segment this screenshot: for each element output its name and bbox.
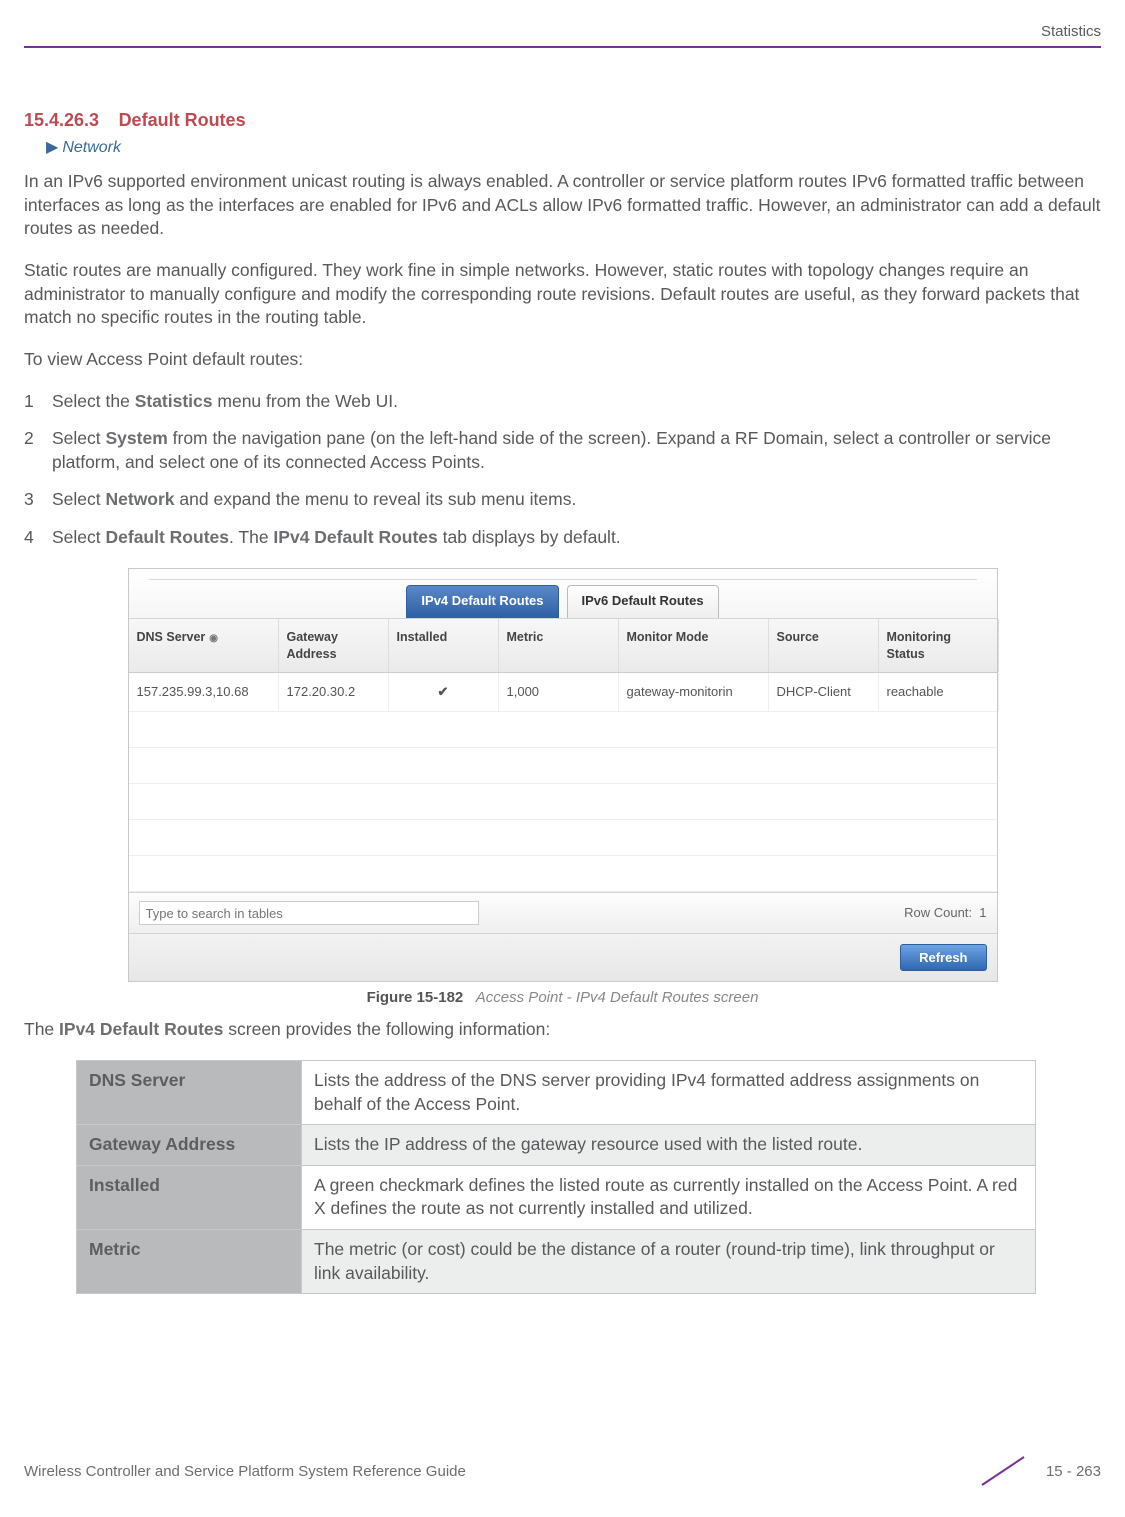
- page-footer: Wireless Controller and Service Platform…: [24, 1455, 1101, 1489]
- doc-title: Wireless Controller and Service Platform…: [24, 1462, 466, 1482]
- grid-footer: Row Count: 1: [129, 892, 997, 933]
- paragraph-1: In an IPv6 supported environment unicast…: [24, 170, 1101, 241]
- desc-key: Installed: [77, 1165, 302, 1229]
- col-gateway-address[interactable]: Gateway Address: [279, 619, 389, 673]
- desc-row-metric: Metric The metric (or cost) could be the…: [77, 1230, 1036, 1294]
- desc-value: Lists the IP address of the gateway reso…: [302, 1125, 1036, 1166]
- empty-row: [129, 820, 997, 856]
- breadcrumb-arrow-icon: ▶: [46, 139, 58, 156]
- desc-row-installed: Installed A green checkmark defines the …: [77, 1165, 1036, 1229]
- col-metric[interactable]: Metric: [499, 619, 619, 673]
- grid-header-row: DNS Server◉ Gateway Address Installed Me…: [129, 619, 997, 674]
- step-number: 3: [24, 488, 52, 512]
- text-bold: IPv4 Default Routes: [59, 1019, 223, 1039]
- page-slash-icon: [976, 1455, 1036, 1489]
- desc-value: A green checkmark defines the listed rou…: [302, 1165, 1036, 1229]
- step-bold: IPv4 Default Routes: [273, 527, 437, 547]
- refresh-button[interactable]: Refresh: [900, 944, 986, 971]
- section-heading: 15.4.26.3 Default Routes: [24, 108, 1101, 133]
- step-text: . The: [229, 527, 273, 547]
- section-title: Default Routes: [119, 110, 246, 130]
- row-count: Row Count: 1: [904, 904, 986, 922]
- page-number-box: 15 - 263: [976, 1455, 1101, 1489]
- page-header: Statistics: [24, 22, 1101, 42]
- col-monitoring-status[interactable]: Monitoring Status: [879, 619, 999, 673]
- step-text: tab displays by default.: [438, 527, 621, 547]
- ipv4-default-routes-panel: IPv4 Default Routes IPv6 Default Routes …: [128, 568, 998, 982]
- step-number: 4: [24, 526, 52, 550]
- cell-dns-server: 157.235.99.3,10.68: [129, 673, 279, 711]
- search-input[interactable]: [139, 901, 479, 925]
- desc-row-gateway-address: Gateway Address Lists the IP address of …: [77, 1125, 1036, 1166]
- step-bold: Network: [106, 489, 175, 509]
- step-text: from the navigation pane (on the left-ha…: [52, 428, 1051, 472]
- figure-label: Figure 15-182: [367, 989, 464, 1006]
- step-bold: Statistics: [135, 391, 213, 411]
- step-text: menu from the Web UI.: [213, 391, 398, 411]
- step-number: 2: [24, 427, 52, 474]
- paragraph-3: To view Access Point default routes:: [24, 348, 1101, 372]
- step-4: 4 Select Default Routes. The IPv4 Defaul…: [24, 526, 1101, 550]
- desc-key: DNS Server: [77, 1060, 302, 1124]
- empty-row: [129, 856, 997, 892]
- row-count-value: 1: [979, 905, 986, 920]
- page-number: 15 - 263: [1046, 1462, 1101, 1482]
- text: screen provides the following informatio…: [223, 1019, 550, 1039]
- section-number: 15.4.26.3: [24, 110, 99, 130]
- desc-value: The metric (or cost) could be the distan…: [302, 1230, 1036, 1294]
- section-label: Statistics: [1041, 23, 1101, 40]
- checkmark-icon: ✔: [389, 673, 499, 711]
- step-3: 3 Select Network and expand the menu to …: [24, 488, 1101, 512]
- cell-monitoring-status: reachable: [879, 673, 999, 711]
- empty-row: [129, 748, 997, 784]
- step-2: 2 Select System from the navigation pane…: [24, 427, 1101, 474]
- step-text: Select the: [52, 391, 135, 411]
- empty-row: [129, 784, 997, 820]
- breadcrumb[interactable]: ▶Network: [46, 137, 1101, 159]
- step-text: and expand the menu to reveal its sub me…: [175, 489, 577, 509]
- tab-bar: IPv4 Default Routes IPv6 Default Routes: [129, 569, 997, 619]
- col-source[interactable]: Source: [769, 619, 879, 673]
- routes-grid: DNS Server◉ Gateway Address Installed Me…: [129, 619, 997, 892]
- step-number: 1: [24, 390, 52, 414]
- desc-key: Metric: [77, 1230, 302, 1294]
- step-text: Select: [52, 527, 106, 547]
- table-row[interactable]: 157.235.99.3,10.68 172.20.30.2 ✔ 1,000 g…: [129, 673, 997, 712]
- tab-ipv4-default-routes[interactable]: IPv4 Default Routes: [406, 585, 558, 618]
- step-1: 1 Select the Statistics menu from the We…: [24, 390, 1101, 414]
- header-rule: [24, 46, 1101, 48]
- paragraph-2: Static routes are manually configured. T…: [24, 259, 1101, 330]
- figure-caption-text: Access Point - IPv4 Default Routes scree…: [476, 989, 759, 1006]
- button-row: Refresh: [129, 933, 997, 981]
- steps-list: 1 Select the Statistics menu from the We…: [24, 390, 1101, 550]
- screenshot-wrapper: IPv4 Default Routes IPv6 Default Routes …: [24, 568, 1101, 982]
- tab-ipv6-default-routes[interactable]: IPv6 Default Routes: [567, 585, 719, 618]
- text: The: [24, 1019, 59, 1039]
- sort-icon[interactable]: ◉: [209, 633, 218, 644]
- empty-row: [129, 712, 997, 748]
- step-text: Select: [52, 489, 106, 509]
- step-bold: System: [106, 428, 168, 448]
- col-installed[interactable]: Installed: [389, 619, 499, 673]
- cell-source: DHCP-Client: [769, 673, 879, 711]
- col-monitor-mode[interactable]: Monitor Mode: [619, 619, 769, 673]
- content-area: 15.4.26.3 Default Routes ▶Network In an …: [24, 108, 1101, 1294]
- desc-row-dns-server: DNS Server Lists the address of the DNS …: [77, 1060, 1036, 1124]
- cell-monitor-mode: gateway-monitorin: [619, 673, 769, 711]
- description-table: DNS Server Lists the address of the DNS …: [76, 1060, 1036, 1294]
- after-figure-text: The IPv4 Default Routes screen provides …: [24, 1018, 1101, 1042]
- cell-metric: 1,000: [499, 673, 619, 711]
- desc-value: Lists the address of the DNS server prov…: [302, 1060, 1036, 1124]
- step-text: Select: [52, 428, 106, 448]
- row-count-label: Row Count:: [904, 905, 972, 920]
- step-bold: Default Routes: [106, 527, 229, 547]
- desc-key: Gateway Address: [77, 1125, 302, 1166]
- cell-gateway-address: 172.20.30.2: [279, 673, 389, 711]
- breadcrumb-link[interactable]: Network: [62, 139, 121, 156]
- figure-caption: Figure 15-182 Access Point - IPv4 Defaul…: [24, 988, 1101, 1008]
- col-dns-server[interactable]: DNS Server◉: [129, 619, 279, 673]
